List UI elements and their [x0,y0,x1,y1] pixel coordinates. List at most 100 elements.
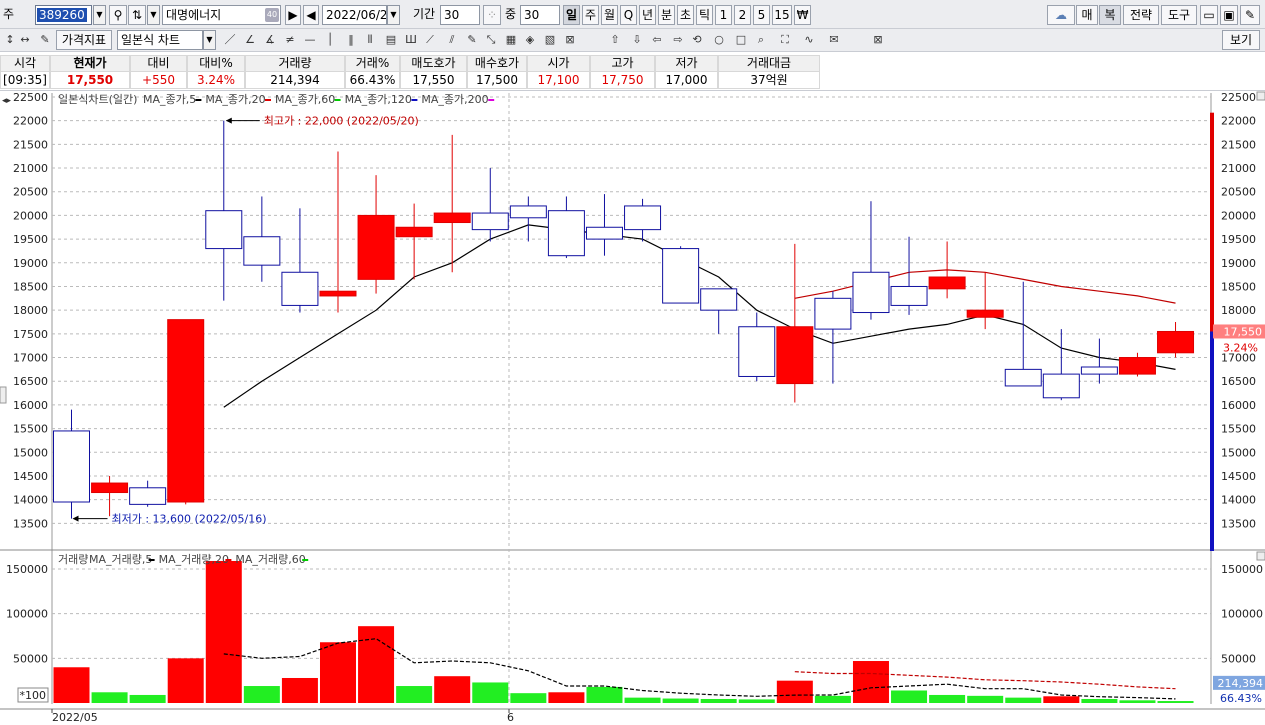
volume-bar[interactable] [167,658,204,703]
volume-bar[interactable] [548,692,585,703]
circle-icon[interactable]: ○ [710,31,728,49]
candle-body[interactable] [1004,368,1042,387]
volume-bar[interactable] [434,676,471,703]
volume-bar[interactable] [129,694,166,703]
volume-bar[interactable] [1119,700,1156,703]
marker-icon[interactable]: ◈ [521,31,539,49]
candle-body[interactable] [395,226,433,238]
candle-body[interactable] [928,276,966,290]
volume-bar[interactable] [814,695,851,703]
volume-bar[interactable] [358,626,395,703]
candle-body[interactable] [205,210,243,250]
zoom-icon[interactable]: ⌕ [752,31,770,49]
volume-bar[interactable] [738,699,775,703]
volume-bar[interactable] [91,692,128,703]
timeframe-button[interactable]: 월 [601,5,618,25]
volume-bar[interactable] [1081,698,1118,703]
candle-body[interactable] [624,205,662,231]
arrow-down-icon[interactable]: ⇩ [628,31,646,49]
price-indicator-button[interactable]: 가격지표 [56,30,112,50]
wave-icon[interactable]: ∿ [800,31,818,49]
copy-button[interactable]: 복 [1099,5,1121,25]
arrow-line-icon[interactable]: ⟋ [421,31,439,49]
date-input[interactable]: 2022/06/28 [322,5,387,25]
candle-body[interactable] [433,212,471,224]
volume-bar[interactable] [396,686,433,703]
fill-icon[interactable]: ▧ [541,31,559,49]
candle-body[interactable] [357,214,395,280]
cycle-icon[interactable]: Ш [402,31,420,49]
candle-body[interactable] [1118,357,1156,375]
stock-code-dropdown[interactable]: ▼ [93,5,106,25]
horizontal-line-icon[interactable]: — [301,31,319,49]
volume-bar[interactable] [53,667,90,703]
cloud-button[interactable]: ☁ [1047,5,1075,25]
period-input[interactable]: 30 [440,5,480,25]
strategy-button[interactable]: 전략 [1123,5,1159,25]
volume-bar[interactable] [662,698,699,703]
candle-body[interactable] [852,271,890,314]
stock-name-field[interactable]: 대명에너지 40 [162,5,281,25]
box-x-icon[interactable]: ⊠ [561,31,579,49]
color-icon[interactable]: ▦ [502,31,520,49]
candle-body[interactable] [509,205,547,219]
arrow-left-icon[interactable]: ⇦ [648,31,666,49]
grid-icon[interactable]: ▤ [382,31,400,49]
candle-body[interactable] [1042,373,1080,399]
candle-body[interactable] [1080,366,1118,375]
volume-bar[interactable] [891,690,928,703]
volume-bar[interactable] [510,693,547,703]
grid-spin-button[interactable]: ⁘ [483,5,501,25]
candle-body[interactable] [776,326,814,385]
rectangle-icon[interactable]: □ [732,31,750,49]
volume-bar[interactable] [624,697,661,703]
legend-item[interactable]: MA_종가,5 [143,93,196,106]
sell-button[interactable]: 매 [1076,5,1098,25]
multi-line-icon[interactable]: ⦀ [361,31,379,49]
candle-body[interactable] [1157,330,1195,354]
open-button[interactable]: ▭ [1200,5,1218,25]
timeframe-button[interactable]: 주 [582,5,599,25]
memo-icon[interactable]: ✉ [825,31,843,49]
candle-body[interactable] [243,236,281,266]
view-button[interactable]: 보기 [1222,30,1260,50]
volume-bar[interactable] [281,677,318,703]
pen-icon[interactable]: ✎ [463,31,481,49]
date-dropdown[interactable]: ▼ [387,5,400,25]
candle-body[interactable] [471,212,509,231]
double-line-icon[interactable]: ‖ [342,31,360,49]
frame-icon[interactable]: ⛶ [776,31,794,49]
volume-bar[interactable] [929,694,966,703]
volume-bar[interactable] [776,680,813,703]
angle-icon[interactable]: ∠ [241,31,259,49]
candle-body[interactable] [129,487,167,505]
timeframe-button[interactable]: 15 [772,5,792,25]
volume-bar[interactable] [700,698,737,703]
candle-body[interactable] [662,248,700,304]
edit-icon[interactable]: ✎ [36,31,54,49]
trend-line-icon[interactable]: ／ [221,31,239,49]
expand-icon[interactable]: ↔ [14,31,36,49]
timeframe-button[interactable]: 분 [658,5,675,25]
parallel-icon[interactable]: ⫽ [443,31,461,49]
settings-button[interactable]: ✎ [1240,5,1260,25]
timeframe-button[interactable]: 일 [563,5,580,25]
fan-icon[interactable]: ∡ [261,31,279,49]
chart-type-select[interactable]: 일본식 차트 [117,30,203,50]
legend-item[interactable]: MA_종가,200 [421,93,488,106]
legend-item[interactable]: MA_거래량,20 [159,553,229,566]
candle-body[interactable] [700,288,738,311]
legend-item[interactable]: MA_종가,20 [205,93,265,106]
pane-maximize[interactable] [1256,91,1265,101]
arrow-up-icon[interactable]: ⇧ [606,31,624,49]
sort-button[interactable]: ⇅ [128,5,146,25]
timeframe-button[interactable]: Q [620,5,637,25]
legend-item[interactable]: MA_거래량,5 [89,553,152,566]
candle-body[interactable] [319,290,357,297]
volume-bar[interactable] [205,561,242,703]
arrow-right-icon[interactable]: ⇨ [669,31,687,49]
chart-type-dropdown[interactable]: ▼ [203,30,216,50]
next-button[interactable]: ▶ [285,5,301,25]
candle-body[interactable] [53,430,90,503]
timeframe-button[interactable]: 년 [639,5,656,25]
